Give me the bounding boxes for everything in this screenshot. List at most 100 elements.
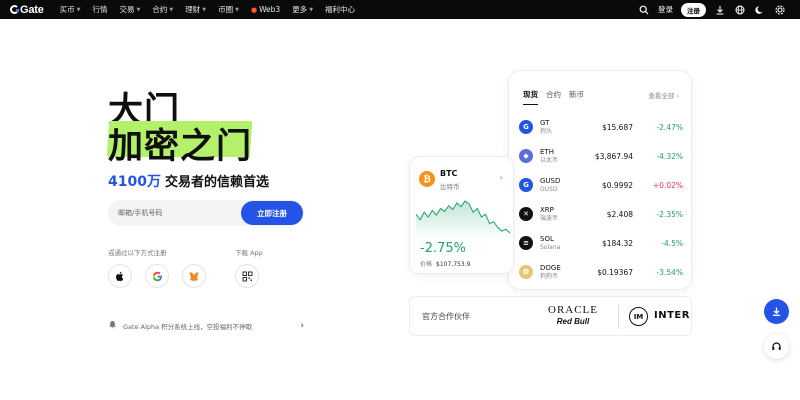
download-icon[interactable] [714,4,726,16]
view-all-link[interactable]: 查看全部 › [648,90,679,100]
globe-icon[interactable] [734,4,746,16]
nav-item-label: Web3 [259,5,281,14]
coin-price: $15.687 [601,122,633,132]
coin-price: $2.408 [606,209,633,219]
google-signup-button[interactable] [145,264,169,288]
users-text: 交易者的信赖首选 [164,175,269,190]
floating-download-button[interactable] [764,299,789,324]
nav-item-label: 买币 [59,5,75,14]
gt-icon: G [519,120,533,134]
other-signup-label: 或通过以下方式注册 [108,249,167,257]
btc-symbol: BTC [440,169,458,178]
btc-card[interactable]: ₿ BTC 比特币 › -2.75% 价格 $107,753.9 [409,156,514,274]
chevron-down-icon: ▼ [202,6,207,13]
coin-name: 狗狗币 [540,272,559,280]
gate-logo[interactable]: Gate [10,4,44,16]
btc-price-label: 价格 [420,261,433,268]
coin-row[interactable]: G GUSD GUSD $0.9992 +0.02% [519,172,683,198]
coin-price: $184.32 [601,238,633,248]
signup-box: 立即注册 [108,200,304,226]
coin-change: +0.02% [652,180,683,190]
coin-row[interactable]: Ð DOGE 狗狗币 $0.19367 -3.54% [519,259,683,285]
coin-names: ETH 以太币 [540,148,558,164]
coin-name: 瑞波币 [540,214,559,222]
nav-item[interactable]: 更多 ▼ [286,4,319,15]
coin-symbol: XRP [540,205,554,214]
nav-item-label: 理财 [185,5,201,14]
market-tab[interactable]: 新币 [569,89,584,105]
market-tab[interactable]: 现货 [523,89,538,105]
login-link[interactable]: 登录 [658,4,673,15]
email-phone-input[interactable] [108,209,241,217]
coin-change: -2.47% [656,122,683,132]
coin-names: DOGE 狗狗币 [540,264,561,280]
btc-icon: ₿ [419,171,435,187]
inter-text: INTER [654,310,690,321]
coin-name: 以太币 [540,156,559,164]
nav-item[interactable]: 福利中心 [319,4,361,15]
gusd-icon: G [519,178,533,192]
coin-row[interactable]: ≡ SOL Solana $184.32 -4.5% [519,230,683,256]
gate-logo-mark [10,5,19,14]
btc-sparkline [416,200,510,239]
nav-item-label: 合约 [152,5,168,14]
chevron-right-icon: › [676,92,679,100]
headset-icon [771,337,782,356]
nav-register-button[interactable]: 注册 [681,2,706,17]
nav-item[interactable]: 买币 ▼ [54,4,87,15]
nav-item[interactable]: 行情 [87,4,114,15]
signup-button[interactable]: 立即注册 [241,201,303,225]
hero-subline: 4100万 交易者的信赖首选 [108,171,269,191]
coin-row[interactable]: ◆ ETH 以太币 $3,867.94 -4.32% [519,143,683,169]
coin-names: GUSD GUSD [540,177,560,193]
metamask-signup-button[interactable] [182,264,206,288]
inter-logo-icon[interactable]: IM [629,307,648,326]
xrp-icon: ✕ [519,207,533,221]
announcement-row[interactable]: Gate Alpha 积分系统上线，空投福利不停歇 › [108,320,304,331]
logo-text: Gate [20,3,44,16]
hero-title-line2: 加密之门 [108,127,253,167]
coin-row[interactable]: ✕ XRP 瑞波币 $2.408 -2.35% [519,201,683,227]
partner-divider [618,305,619,329]
coin-change: -4.5% [661,238,683,248]
btc-change: -2.75% [420,241,466,256]
nav-item-label: 行情 [92,5,108,14]
download-icon [771,302,782,321]
nav-item[interactable]: 币圈 ▼ [212,4,245,15]
coin-names: XRP 瑞波币 [540,206,558,222]
coin-symbol: DOGE [540,263,561,272]
doge-icon: Ð [519,265,533,279]
sol-icon: ≡ [519,236,533,250]
chevron-down-icon: ▼ [136,6,141,13]
redbull-text: Red Bull [556,317,590,326]
oracle-redbull-logo[interactable]: ORACLE Red Bull [548,305,598,326]
settings-icon[interactable] [774,4,786,16]
nav-item-label: 币圈 [218,5,234,14]
nav-item[interactable]: ● Web3 [245,5,286,14]
nav-item[interactable]: 理财 ▼ [179,4,212,15]
moon-icon[interactable] [754,4,766,16]
qrcode-icon [242,267,253,286]
nav-item[interactable]: 合约 ▼ [146,4,179,15]
app-qrcode-button[interactable] [235,264,259,288]
partner-label: 官方合作伙伴 [422,311,470,321]
coin-price: $3,867.94 [594,151,633,161]
chevron-down-icon: ▼ [76,6,81,13]
market-card: 现货 合约 新币 查看全部 › G GT 狗头 $15.687 -2.47% ◆ ETH 以太币 $… [508,70,692,290]
market-tab[interactable]: 合约 [546,89,561,105]
apple-signup-button[interactable] [108,264,132,288]
chevron-right-icon: › [499,173,503,182]
bell-icon [108,320,117,331]
chevron-right-icon: › [300,320,304,331]
coin-name: Solana [540,243,561,251]
view-all-label: 查看全部 [648,92,675,100]
nav-menu: 买币 ▼ 行情 交易 ▼ 合约 ▼ 理财 ▼ 币圈 ▼ ● Web3 更多 ▼ 福利中心 [54,4,361,15]
coin-name: GUSD [540,185,558,193]
search-icon[interactable] [638,4,650,16]
oracle-text: ORACLE [548,304,598,316]
nav-item[interactable]: 交易 ▼ [114,4,147,15]
coin-row[interactable]: G GT 狗头 $15.687 -2.47% [519,114,683,140]
floating-support-button[interactable] [764,334,789,359]
announcement-text: Gate Alpha 积分系统上线，空投福利不停歇 [123,322,253,331]
nav-item-label: 交易 [119,5,135,14]
